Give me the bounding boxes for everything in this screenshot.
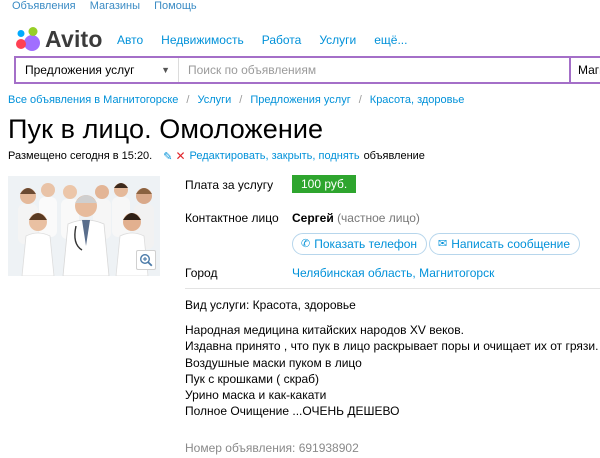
breadcrumb-services[interactable]: Услуги xyxy=(197,94,231,106)
breadcrumb-separator: / xyxy=(186,94,190,106)
show-phone-button[interactable]: ✆ Показать телефон xyxy=(292,233,428,255)
logo-dots-icon xyxy=(16,27,40,51)
breadcrumb-service-offers[interactable]: Предложения услуг xyxy=(250,94,350,106)
nav-services[interactable]: Услуги xyxy=(319,33,356,47)
posted-date: Размещено сегодня в 15:20. xyxy=(8,150,153,162)
search-input[interactable]: Поиск по объявлениям xyxy=(188,58,316,82)
breadcrumb: Все объявления в Магнитогорске / Услуги / Пр… xyxy=(8,94,464,106)
write-message-label: Написать сообщение xyxy=(451,237,571,251)
price-label: Плата за услугу xyxy=(185,178,274,192)
chevron-down-icon: ▼ xyxy=(161,65,170,75)
main-nav: Авто Недвижимость Работа Услуги ещё... xyxy=(117,33,425,47)
description-line: Воздушные маски пуком в лицо xyxy=(185,355,362,370)
description-line: Народная медицина китайских народов XV в… xyxy=(185,323,464,337)
edit-close-raise-link[interactable]: Редактировать, закрыть, поднять xyxy=(190,150,360,162)
top-links: Объявления Магазины Помощь xyxy=(12,0,208,14)
edit-suffix: объявление xyxy=(363,150,425,162)
divider xyxy=(185,288,600,289)
category-select[interactable]: Предложения услуг ▼ xyxy=(16,58,179,82)
service-type: Вид услуги: Красота, здоровье xyxy=(185,298,356,312)
zoom-in-icon xyxy=(139,253,153,267)
city-link[interactable]: Челябинская область, Магнитогорск xyxy=(292,266,494,280)
seller-name: Сергей xyxy=(292,211,334,225)
show-phone-label: Показать телефон xyxy=(314,237,418,251)
nav-more[interactable]: ещё... xyxy=(374,33,407,47)
nav-jobs[interactable]: Работа xyxy=(262,33,302,47)
contact-label: Контактное лицо xyxy=(185,211,279,225)
nav-auto[interactable]: Авто xyxy=(117,33,143,47)
pencil-icon[interactable]: ✎ xyxy=(163,150,172,163)
description-line: Пук с крошками ( скраб) xyxy=(185,371,320,386)
search-bar: Предложения услуг ▼ Поиск по объявлениям… xyxy=(14,56,600,84)
delete-icon[interactable]: ✕ xyxy=(175,149,185,163)
seller-info: Сергей (частное лицо) xyxy=(292,211,420,225)
posted-line: Размещено сегодня в 15:20. ✎ ✕ Редактиро… xyxy=(8,149,425,163)
write-message-button[interactable]: ✉ Написать сообщение xyxy=(429,233,581,255)
top-link-help[interactable]: Помощь xyxy=(154,0,197,12)
breadcrumb-beauty-health[interactable]: Красота, здоровье xyxy=(370,94,465,106)
ad-number: Номер объявления: 691938902 xyxy=(185,441,359,455)
phone-icon: ✆ xyxy=(301,238,311,250)
seller-type: (частное лицо) xyxy=(337,211,420,225)
breadcrumb-separator: / xyxy=(358,94,362,106)
breadcrumb-all-ads[interactable]: Все объявления в Магнитогорске xyxy=(8,94,178,106)
price-badge: 100 руб. xyxy=(292,175,357,193)
ad-description: Народная медицина китайских народов XV в… xyxy=(185,322,598,420)
nav-realty[interactable]: Недвижимость xyxy=(161,33,244,47)
city-label: Город xyxy=(185,266,218,280)
description-line: Издавна принято , что пук в лицо раскрыв… xyxy=(185,339,599,354)
avito-logo[interactable]: Avito xyxy=(14,24,103,54)
zoom-button[interactable] xyxy=(136,250,156,270)
page-title: Пук в лицо. Омоложение xyxy=(8,114,324,144)
envelope-icon: ✉ xyxy=(438,238,448,250)
category-select-value: Предложения услуг xyxy=(25,63,135,77)
city-select[interactable]: Магнит xyxy=(569,58,600,82)
top-link-shops[interactable]: Магазины xyxy=(90,0,140,12)
top-link-ads[interactable]: Объявления xyxy=(12,0,76,12)
breadcrumb-separator: / xyxy=(239,94,243,106)
logo-text: Avito xyxy=(45,25,103,52)
description-line: Урино маска и как-какати xyxy=(185,388,327,403)
description-line: Полное Очищение ...ОЧЕНЬ ДЕШЕВО xyxy=(185,404,400,419)
